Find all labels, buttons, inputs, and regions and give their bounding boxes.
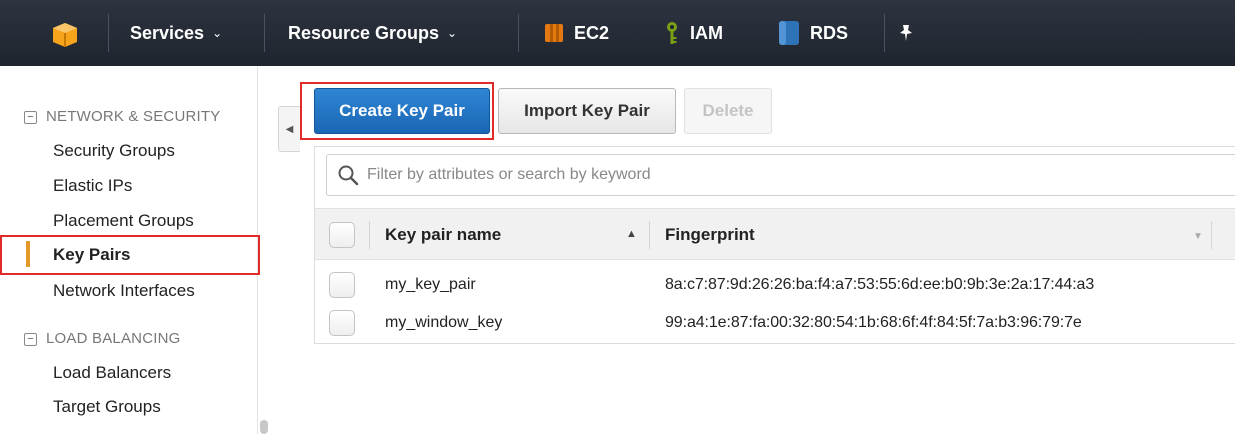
- column-divider[interactable]: [1211, 221, 1212, 249]
- sidebar-item-network-interfaces[interactable]: Network Interfaces: [53, 281, 195, 301]
- key-icon: [667, 22, 677, 44]
- shortcut-iam-label: IAM: [690, 22, 723, 43]
- aws-cube-icon[interactable]: [52, 22, 78, 48]
- table-row[interactable]: my_key_pair 8a:c7:87:9d:26:26:ba:f4:a7:5…: [315, 268, 1235, 302]
- table-header: Key pair name ▲ Fingerprint ▼: [315, 208, 1235, 260]
- collapse-section-icon[interactable]: −: [24, 332, 37, 346]
- pin-icon: [900, 25, 912, 41]
- key-pair-name-cell: my_key_pair: [385, 276, 476, 293]
- sidebar-item-security-groups[interactable]: Security Groups: [53, 141, 175, 161]
- row-checkbox[interactable]: [329, 310, 355, 336]
- column-divider: [369, 221, 370, 249]
- shortcut-rds-label: RDS: [810, 22, 849, 43]
- column-header-key-pair-name[interactable]: Key pair name: [385, 225, 501, 245]
- column-header-fingerprint[interactable]: Fingerprint: [665, 225, 755, 245]
- sidebar-scrollbar[interactable]: [260, 420, 268, 434]
- select-all-checkbox[interactable]: [329, 222, 355, 248]
- section-network-security[interactable]: − NETWORK & SECURITY: [24, 108, 220, 125]
- fingerprint-cell: 8a:c7:87:9d:26:26:ba:f4:a7:53:55:6d:ee:b…: [665, 276, 1095, 293]
- search-icon: [338, 165, 359, 186]
- resource-groups-label: Resource Groups: [288, 22, 440, 43]
- row-checkbox[interactable]: [329, 272, 355, 298]
- import-key-pair-button[interactable]: Import Key Pair: [498, 88, 676, 134]
- section-network-security-label: NETWORK & SECURITY: [46, 108, 221, 125]
- nav-divider: [518, 14, 519, 52]
- shortcut-iam[interactable]: IAM: [664, 0, 723, 66]
- sidebar-item-elastic-ips[interactable]: Elastic IPs: [53, 176, 132, 196]
- sidebar-item-load-balancers[interactable]: Load Balancers: [53, 363, 171, 383]
- sort-descending-icon[interactable]: ▼: [1193, 231, 1203, 242]
- column-divider[interactable]: [649, 221, 650, 249]
- section-load-balancing[interactable]: − LOAD BALANCING: [24, 330, 181, 347]
- highlight-box-key-pairs: [0, 235, 260, 275]
- shortcut-rds[interactable]: RDS: [778, 0, 848, 66]
- sort-ascending-icon[interactable]: ▲: [626, 228, 637, 240]
- services-menu[interactable]: Services ⌄: [130, 0, 222, 66]
- resource-groups-menu[interactable]: Resource Groups ⌄: [288, 0, 457, 66]
- top-nav-bar: Services ⌄ Resource Groups ⌄ EC2 IAM RDS: [0, 0, 1235, 66]
- shortcut-ec2[interactable]: EC2: [544, 0, 609, 66]
- ec2-icon: [545, 24, 563, 42]
- fingerprint-cell: 99:a4:1e:87:fa:00:32:80:54:1b:68:6f:4f:8…: [665, 314, 1082, 331]
- table-row[interactable]: my_window_key 99:a4:1e:87:fa:00:32:80:54…: [315, 306, 1235, 340]
- shortcut-ec2-label: EC2: [574, 22, 610, 43]
- sidebar-item-target-groups[interactable]: Target Groups: [53, 397, 161, 417]
- highlight-box-create: [300, 82, 494, 140]
- chevron-left-icon: ◀: [285, 123, 294, 135]
- database-icon: [779, 21, 799, 45]
- chevron-down-icon: ⌄: [447, 26, 458, 40]
- section-load-balancing-label: LOAD BALANCING: [46, 330, 181, 347]
- nav-divider: [884, 14, 885, 52]
- nav-divider: [108, 14, 109, 52]
- sidebar-item-placement-groups[interactable]: Placement Groups: [53, 211, 194, 231]
- delete-button[interactable]: Delete: [684, 88, 772, 134]
- pin-button[interactable]: [898, 0, 914, 66]
- search-input[interactable]: [367, 166, 1207, 184]
- services-label: Services: [130, 22, 205, 43]
- filter-bar: [326, 154, 1235, 196]
- collapse-section-icon[interactable]: −: [24, 110, 37, 124]
- nav-divider: [264, 14, 265, 52]
- collapse-sidebar-button[interactable]: ◀: [278, 106, 300, 152]
- chevron-down-icon: ⌄: [212, 26, 223, 40]
- key-pair-name-cell: my_window_key: [385, 314, 503, 331]
